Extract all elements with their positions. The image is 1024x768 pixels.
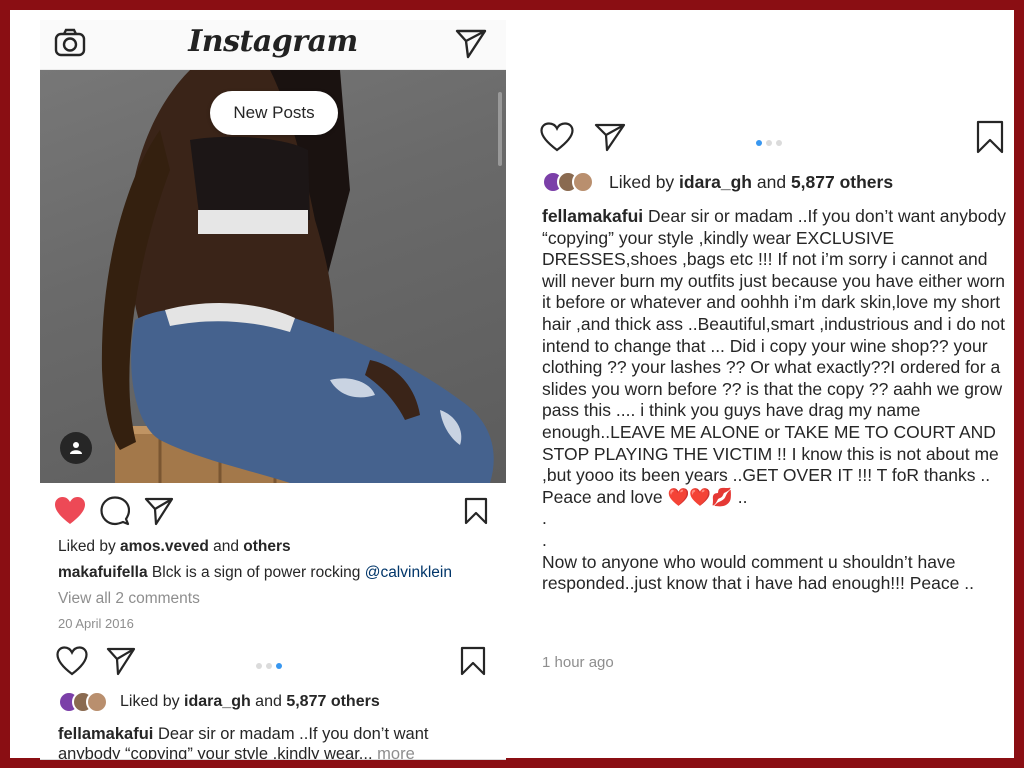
share-icon[interactable] (144, 496, 174, 526)
liker-avatars (58, 691, 118, 715)
caption-mention[interactable]: @calvinklein (365, 564, 452, 581)
caption-text: Dear sir or madam ..If you don’t want an… (542, 206, 1006, 594)
heart-icon[interactable] (540, 122, 574, 152)
heart-filled-icon[interactable] (54, 496, 86, 526)
liked-by-text: Liked by idara_gh and 5,877 others (120, 693, 380, 711)
carousel-indicator (754, 133, 784, 151)
scrollbar-thumb[interactable] (498, 92, 502, 166)
liked-by-and: and (752, 172, 791, 192)
person-icon (70, 442, 82, 454)
more-link[interactable]: more (373, 745, 415, 760)
carousel-dot (256, 663, 262, 669)
carousel-dot-active (756, 140, 762, 146)
post-date: 20 April 2016 (58, 616, 134, 631)
liked-by-prefix: Liked by (120, 693, 185, 710)
bookmark-icon[interactable] (460, 646, 486, 676)
avatar (86, 691, 108, 713)
carousel-dot-active (276, 663, 282, 669)
tagged-users-button[interactable] (60, 432, 92, 464)
liked-by-and: and (208, 538, 244, 555)
right-post-screenshot: Liked by idara_gh and 5,877 others fella… (530, 110, 1020, 690)
liked-by-and: and (250, 693, 287, 710)
liked-by-user[interactable]: idara_gh (679, 172, 752, 192)
carousel-dot (266, 663, 272, 669)
caption-username[interactable]: fellamakafui (542, 206, 643, 226)
liked-by-prefix: Liked by (609, 172, 680, 192)
app-header: Instagram (40, 20, 506, 70)
caption-username[interactable]: makafuifella (58, 564, 148, 581)
heart-icon[interactable] (56, 646, 88, 676)
carousel-dot (776, 140, 782, 146)
liked-by-user[interactable]: amos.veved (120, 538, 209, 555)
instagram-logo: Instagram (188, 24, 358, 59)
full-post-caption: fellamakafui Dear sir or madam ..If you … (542, 206, 1012, 595)
carousel-indicator (254, 656, 284, 674)
paper-plane-icon[interactable] (454, 26, 488, 60)
share-icon[interactable] (594, 122, 626, 152)
liked-by-user[interactable]: idara_gh (184, 693, 251, 710)
left-feed-screenshot: Instagram New Posts Liked by amos.veved … (40, 20, 506, 760)
post-caption-preview: fellamakafui Dear sir or madam ..If you … (58, 724, 488, 760)
caption-text: Blck is a sign of power rocking (147, 564, 365, 581)
view-comments-link[interactable]: View all 2 comments (58, 590, 200, 608)
screenshot-frame: Instagram New Posts Liked by amos.veved … (10, 10, 1014, 760)
liked-by-count[interactable]: 5,877 others (286, 693, 379, 710)
liked-by-text: Liked by amos.veved and others (58, 538, 291, 556)
avatar (572, 171, 594, 193)
liked-by-prefix: Liked by (58, 538, 121, 555)
carousel-dot (766, 140, 772, 146)
liked-by-others[interactable]: others (243, 538, 290, 555)
liker-avatars (542, 171, 602, 195)
comment-icon[interactable] (100, 496, 130, 526)
bookmark-icon[interactable] (976, 120, 1004, 154)
liked-by-text: Liked by idara_gh and 5,877 others (609, 172, 893, 193)
post-caption: makafuifella Blck is a sign of power roc… (58, 564, 452, 582)
post-timestamp: 1 hour ago (542, 654, 614, 671)
liked-by-count[interactable]: 5,877 others (791, 172, 893, 192)
new-posts-pill[interactable]: New Posts (210, 91, 338, 135)
caption-username[interactable]: fellamakafui (58, 725, 153, 743)
bookmark-icon[interactable] (464, 497, 488, 525)
divider (40, 759, 506, 760)
post-photo[interactable]: New Posts (40, 70, 506, 483)
share-icon[interactable] (106, 646, 136, 676)
